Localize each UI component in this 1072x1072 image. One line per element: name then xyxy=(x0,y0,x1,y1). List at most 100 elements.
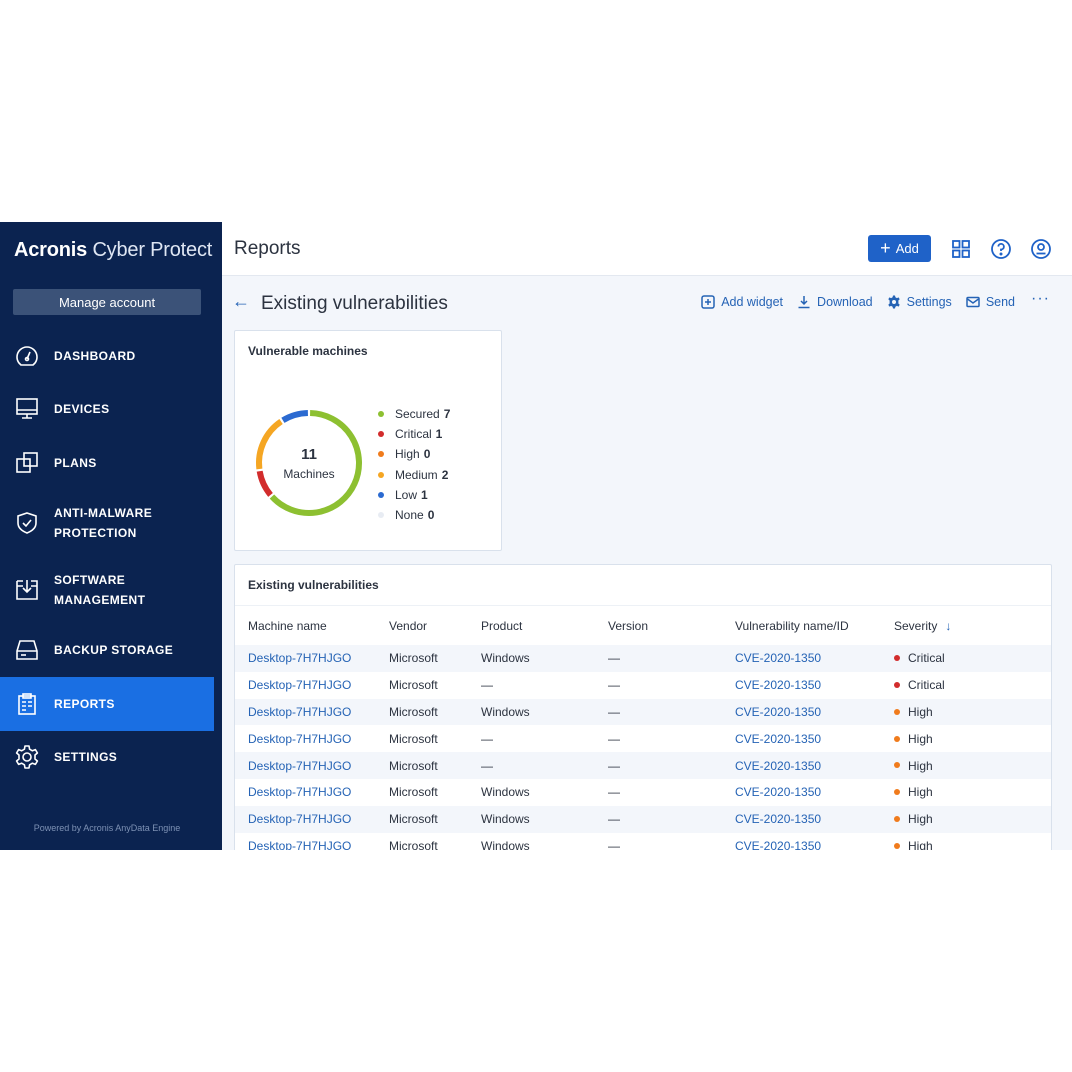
donut-total: 11 xyxy=(301,445,317,463)
table-row[interactable]: Desktop-7H7HJGO Microsoft Windows — CVE-2020… xyxy=(235,805,1051,833)
table-row[interactable]: Desktop-7H7HJGO Microsoft Windows — CVE-2020… xyxy=(235,779,1051,806)
machine-name-link[interactable]: Desktop-7H7HJGO xyxy=(235,705,376,719)
table-row[interactable]: Desktop-7H7HJGO Microsoft — — CVE-2020-1350 H… xyxy=(235,752,1051,779)
severity-label: Critical xyxy=(908,651,945,666)
vendor-cell: Microsoft xyxy=(389,704,438,719)
sidebar-item-devices[interactable]: DEVICES xyxy=(0,383,214,437)
report-toolbar: ← Existing vulnerabilities Add widget Do… xyxy=(222,277,1072,327)
table-row[interactable]: Desktop-7H7HJGO Microsoft — — CVE-2020-1350 H… xyxy=(235,725,1051,752)
sidebar: Acronis Cyber Protect Manage account DAS… xyxy=(0,222,222,850)
grid-icon[interactable] xyxy=(950,238,972,260)
download-icon xyxy=(798,296,810,309)
legend-item-high: High 0 xyxy=(378,444,450,464)
sidebar-item-label: ANTI-MALWARE PROTECTION xyxy=(54,506,153,540)
product-cell: Windows xyxy=(481,812,530,827)
sidebar-item-settings[interactable]: SETTINGS xyxy=(0,731,214,785)
legend-dot-icon xyxy=(378,512,384,519)
vendor-cell: Microsoft xyxy=(389,785,438,800)
user-account-icon[interactable] xyxy=(1030,238,1052,260)
sidebar-item-label: DASHBOARD xyxy=(54,348,136,363)
app-window: Acronis Cyber Protect Manage account DAS… xyxy=(0,222,1072,850)
back-arrow-icon[interactable]: ← xyxy=(232,291,250,312)
sidebar-item-dashboard[interactable]: DASHBOARD xyxy=(0,329,214,383)
sidebar-nav: DASHBOARD DEVICES PLANS ANTI-MALWARE PRO… xyxy=(0,329,214,784)
legend-dot-icon xyxy=(378,471,384,478)
severity-cell: High xyxy=(881,812,1051,826)
manage-account-button[interactable]: Manage account xyxy=(13,289,201,315)
vulnerability-id-link[interactable]: CVE-2020-1350 xyxy=(722,705,881,719)
dashboard-gauge-icon xyxy=(14,343,40,369)
vulnerability-id-link[interactable]: CVE-2020-1350 xyxy=(722,812,881,826)
vulnerability-id-link[interactable]: CVE-2020-1350 xyxy=(722,839,881,850)
sidebar-item-label: BACKUP STORAGE xyxy=(54,643,174,658)
vulnerability-id-link[interactable]: CVE-2020-1350 xyxy=(722,651,881,665)
severity-dot-icon xyxy=(894,655,900,662)
machine-name-link[interactable]: Desktop-7H7HJGO xyxy=(235,812,376,826)
legend-value: 2 xyxy=(441,467,449,482)
machine-name-link[interactable]: Desktop-7H7HJGO xyxy=(235,732,376,746)
more-options-icon[interactable]: ··· xyxy=(1031,290,1050,308)
vulnerability-id-link[interactable]: CVE-2020-1350 xyxy=(722,785,881,799)
machine-name-link[interactable]: Desktop-7H7HJGO xyxy=(235,839,376,850)
machine-name-link[interactable]: Desktop-7H7HJGO xyxy=(235,759,376,773)
machine-name-link[interactable]: Desktop-7H7HJGO xyxy=(235,678,376,692)
column-header-vendor[interactable]: Vendor xyxy=(376,619,468,633)
product-cell: — xyxy=(481,731,493,746)
sidebar-item-reports[interactable]: REPORTS xyxy=(0,677,214,731)
vulnerabilities-table: Machine name Vendor Product Version Vuln… xyxy=(235,605,1051,850)
vendor-cell: Microsoft xyxy=(389,812,438,827)
version-cell: — xyxy=(608,812,620,827)
machine-name-link[interactable]: Desktop-7H7HJGO xyxy=(235,785,376,799)
sidebar-item-backup-storage[interactable]: BACKUP STORAGE xyxy=(0,624,214,678)
column-header-vulnerability[interactable]: Vulnerability name/ID xyxy=(722,619,881,633)
table-row[interactable]: Desktop-7H7HJGO Microsoft — — CVE-2020-1350 C… xyxy=(235,672,1051,699)
legend-item-low: Low 1 xyxy=(378,485,450,505)
table-row[interactable]: Desktop-7H7HJGO Microsoft Windows — CVE-2020… xyxy=(235,698,1051,726)
sidebar-item-anti-malware[interactable]: ANTI-MALWARE PROTECTION xyxy=(0,490,214,557)
version-cell: — xyxy=(608,838,620,850)
add-button-label: Add xyxy=(895,241,919,256)
help-icon[interactable] xyxy=(990,238,1012,260)
vulnerabilities-table-widget: Existing vulnerabilities Machine name Ve… xyxy=(234,564,1052,850)
download-button[interactable]: Download xyxy=(797,295,873,309)
severity-label: High xyxy=(908,731,933,746)
severity-dot-icon xyxy=(894,735,900,742)
severity-label: High xyxy=(908,704,933,719)
column-header-product[interactable]: Product xyxy=(468,619,595,633)
sidebar-item-plans[interactable]: PLANS xyxy=(0,436,214,490)
sidebar-item-software-management[interactable]: SOFTWARE MANAGEMENT xyxy=(0,557,214,624)
table-row[interactable]: Desktop-7H7HJGO Microsoft Windows — CVE-2020… xyxy=(235,833,1051,850)
table-header-row: Machine name Vendor Product Version Vuln… xyxy=(235,605,1051,645)
vulnerability-id-link[interactable]: CVE-2020-1350 xyxy=(722,759,881,773)
vulnerability-id-link[interactable]: CVE-2020-1350 xyxy=(722,732,881,746)
severity-dot-icon xyxy=(894,762,900,769)
column-header-version[interactable]: Version xyxy=(595,619,722,633)
severity-cell: High xyxy=(881,759,1051,773)
vulnerability-id-link[interactable]: CVE-2020-1350 xyxy=(722,678,881,692)
severity-header-label: Severity xyxy=(894,618,938,633)
add-widget-label: Add widget xyxy=(721,295,784,309)
legend-value: 0 xyxy=(427,508,435,523)
legend-label: High xyxy=(395,447,420,462)
table-row[interactable]: Desktop-7H7HJGO Microsoft Windows — CVE-2020… xyxy=(235,645,1051,672)
column-header-severity[interactable]: Severity ↓ xyxy=(881,619,1051,633)
software-download-icon xyxy=(14,577,40,603)
column-header-machine-name[interactable]: Machine name xyxy=(235,619,376,633)
version-cell: — xyxy=(608,731,620,746)
sort-descending-icon[interactable]: ↓ xyxy=(945,619,951,633)
severity-cell: High xyxy=(881,705,1051,719)
settings-button[interactable]: Settings xyxy=(887,295,952,309)
vendor-cell: Microsoft xyxy=(389,651,438,666)
sidebar-item-label: SETTINGS xyxy=(54,750,118,765)
severity-cell: High xyxy=(881,732,1051,746)
product-cell: Windows xyxy=(481,785,530,800)
add-widget-button[interactable]: Add widget xyxy=(701,295,783,309)
add-widget-icon xyxy=(701,295,715,309)
machine-name-link[interactable]: Desktop-7H7HJGO xyxy=(235,651,376,665)
send-button[interactable]: Send xyxy=(966,295,1015,309)
add-button[interactable]: + Add xyxy=(868,235,931,262)
shield-check-icon xyxy=(14,510,40,536)
version-cell: — xyxy=(608,651,620,666)
page-title: Reports xyxy=(234,238,301,259)
donut-total-label: Machines xyxy=(283,466,335,481)
